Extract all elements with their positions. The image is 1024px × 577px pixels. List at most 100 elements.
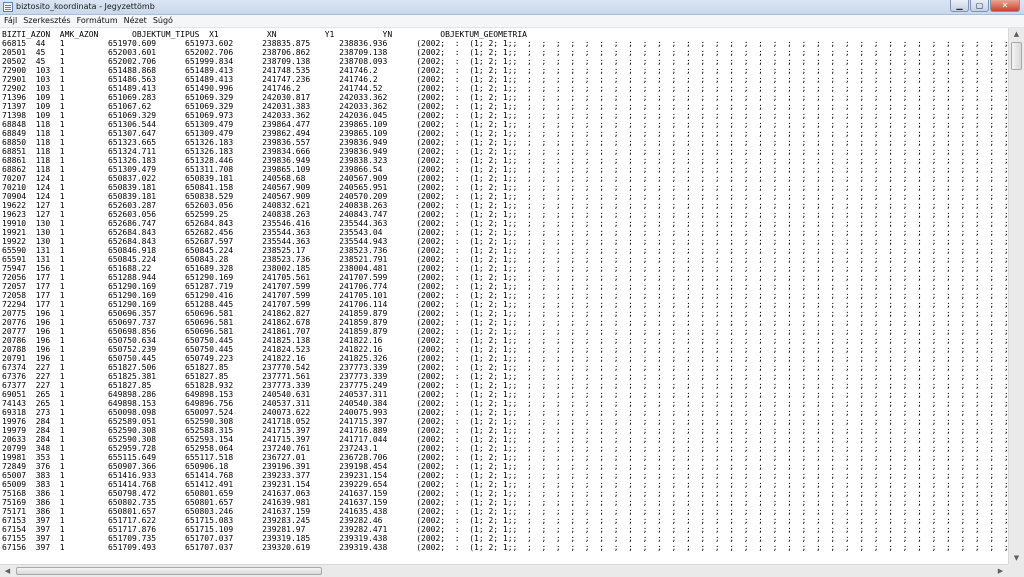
scroll-down-arrow-icon[interactable]: ▼ [1009,552,1024,564]
line-overflow-text: ; ; ; ; ; ; ; ; ; ; ; ; ; ; ; ; ; ; ; ; … [512,255,1008,264]
line-overflow-text: ; ; ; ; ; ; ; ; ; ; ; ; ; ; ; ; ; ; ; ; … [512,282,1008,291]
line-overflow-text: ; ; ; ; ; ; ; ; ; ; ; ; ; ; ; ; ; ; ; ; … [512,48,1008,57]
menu-format[interactable]: Formátum [74,15,121,27]
line-overflow-text: ; ; ; ; ; ; ; ; ; ; ; ; ; ; ; ; ; ; ; ; … [512,300,1008,309]
line-overflow-text: ; ; ; ; ; ; ; ; ; ; ; ; ; ; ; ; ; ; ; ; … [512,120,1008,129]
text-line: 70210 124 1 650839.181 650841.158 240567… [2,183,1008,192]
text-line: 19976 284 1 652589.051 652590.308 241718… [2,417,1008,426]
line-overflow-text: ; ; ; ; ; ; ; ; ; ; ; ; ; ; ; ; ; ; ; ; … [512,93,1008,102]
menu-view[interactable]: Nézet [121,15,150,27]
line-overflow-text: ; ; ; ; ; ; ; ; ; ; ; ; ; ; ; ; ; ; ; ; … [512,336,1008,345]
line-overflow-text: ; ; ; ; ; ; ; ; ; ; ; ; ; ; ; ; ; ; ; ; … [512,363,1008,372]
line-overflow-text: ; ; ; ; ; ; ; ; ; ; ; ; ; ; ; ; ; ; ; ; … [512,399,1008,408]
vertical-scroll-thumb[interactable] [1011,42,1022,70]
line-overflow-text: ; ; ; ; ; ; ; ; ; ; ; ; ; ; ; ; ; ; ; ; … [512,228,1008,237]
horizontal-scrollbar[interactable]: ◀ ▶ [0,564,1008,577]
line-overflow-text: ; ; ; ; ; ; ; ; ; ; ; ; ; ; ; ; ; ; ; ; … [512,183,1008,192]
line-overflow-text: ; ; ; ; ; ; ; ; ; ; ; ; ; ; ; ; ; ; ; ; … [512,246,1008,255]
text-line: 65007 383 1 651416.933 651414.768 239233… [2,471,1008,480]
text-line: 19921 130 1 652684.843 652682.456 235544… [2,228,1008,237]
line-overflow-text: ; ; ; ; ; ; ; ; ; ; ; ; ; ; ; ; ; ; ; ; … [512,498,1008,507]
notepad-icon [3,2,13,12]
text-line: 75947 156 1 651688.22 651689.328 238002.… [2,264,1008,273]
line-overflow-text: ; ; ; ; ; ; ; ; ; ; ; ; ; ; ; ; ; ; ; ; … [512,129,1008,138]
menu-edit[interactable]: Szerkesztés [20,15,73,27]
line-overflow-text: ; ; ; ; ; ; ; ; ; ; ; ; ; ; ; ; ; ; ; ; … [512,408,1008,417]
text-line: 19981 353 1 655115.649 655117.518 236727… [2,453,1008,462]
text-line: 75171 386 1 650801.657 650803.246 241637… [2,507,1008,516]
text-line: 72056 177 1 651288.944 651290.169 241705… [2,273,1008,282]
line-overflow-text: ; ; ; ; ; ; ; ; ; ; ; ; ; ; ; ; ; ; ; ; … [512,372,1008,381]
line-overflow-text: ; ; ; ; ; ; ; ; ; ; ; ; ; ; ; ; ; ; ; ; … [512,147,1008,156]
line-overflow-text: ; ; ; ; ; ; ; ; ; ; ; ; ; ; ; ; ; ; ; ; … [512,480,1008,489]
text-line: 70207 124 1 650837.022 650839.181 240568… [2,174,1008,183]
line-overflow-text: ; ; ; ; ; ; ; ; ; ; ; ; ; ; ; ; ; ; ; ; … [512,219,1008,228]
text-line: 67374 227 1 651827.506 651827.85 237770.… [2,363,1008,372]
scroll-right-arrow-icon[interactable]: ▶ [993,565,1008,577]
menu-file[interactable]: Fájl [0,15,20,27]
menu-help[interactable]: Súgó [150,15,176,27]
line-overflow-text: ; ; ; ; ; ; ; ; ; ; ; ; ; ; ; ; ; ; ; ; … [512,390,1008,399]
line-overflow-text: ; ; ; ; ; ; ; ; ; ; ; ; ; ; ; ; ; ; ; ; … [512,426,1008,435]
minimize-button[interactable]: ▁ [950,0,969,12]
horizontal-scroll-thumb[interactable] [16,567,322,575]
text-line: 20501 45 1 652003.601 652002.706 238706.… [2,48,1008,57]
text-line: 67153 397 1 651717.622 651715.083 239283… [2,516,1008,525]
scroll-up-arrow-icon[interactable]: ▲ [1009,28,1024,40]
line-overflow-text: ; ; ; ; ; ; ; ; ; ; ; ; ; ; ; ; ; ; ; ; … [512,39,1008,48]
text-line: 71397 109 1 651067.62 651069.329 242031.… [2,102,1008,111]
text-line: 20791 196 1 650750.445 650749.223 241822… [2,354,1008,363]
text-line: 65591 131 1 650845.224 650843.28 238523.… [2,255,1008,264]
line-overflow-text: ; ; ; ; ; ; ; ; ; ; ; ; ; ; ; ; ; ; ; ; … [512,156,1008,165]
window-controls: ▁ ▢ ✕ [949,0,1020,14]
text-line: 65009 383 1 651414.768 651412.491 239231… [2,480,1008,489]
text-line: 19922 130 1 652684.843 652687.597 235544… [2,237,1008,246]
text-line: 70904 124 1 650839.181 650838.529 240567… [2,192,1008,201]
line-overflow-text: ; ; ; ; ; ; ; ; ; ; ; ; ; ; ; ; ; ; ; ; … [512,138,1008,147]
text-line: 72901 103 1 651486.563 651489.413 241747… [2,75,1008,84]
line-overflow-text: ; ; ; ; ; ; ; ; ; ; ; ; ; ; ; ; ; ; ; ; … [512,291,1008,300]
text-line: 68851 118 1 651324.711 651326.183 239834… [2,147,1008,156]
line-overflow-text: ; ; ; ; ; ; ; ; ; ; ; ; ; ; ; ; ; ; ; ; … [512,534,1008,543]
text-line: 20776 196 1 650697.737 650696.581 241862… [2,318,1008,327]
text-line: 67155 397 1 651709.735 651707.037 239319… [2,534,1008,543]
text-line: 19979 284 1 652590.308 652588.315 241715… [2,426,1008,435]
text-line: 72849 376 1 650907.366 650906.18 239196.… [2,462,1008,471]
line-overflow-text: ; ; ; ; ; ; ; ; ; ; ; ; ; ; ; ; ; ; ; ; … [512,165,1008,174]
line-overflow-text: ; ; ; ; ; ; ; ; ; ; ; ; ; ; ; ; ; ; ; ; … [512,57,1008,66]
maximize-button[interactable]: ▢ [970,0,989,12]
text-line: 20775 196 1 650696.357 650696.581 241862… [2,309,1008,318]
line-overflow-text: ; ; ; ; ; ; ; ; ; ; ; ; ; ; ; ; ; ; ; ; … [512,102,1008,111]
text-line: 72057 177 1 651290.169 651287.719 241707… [2,282,1008,291]
line-overflow-text: ; ; ; ; ; ; ; ; ; ; ; ; ; ; ; ; ; ; ; ; … [512,453,1008,462]
line-overflow-text: ; ; ; ; ; ; ; ; ; ; ; ; ; ; ; ; ; ; ; ; … [512,192,1008,201]
text-line: 71398 109 1 651069.329 651069.973 242033… [2,111,1008,120]
line-overflow-text: ; ; ; ; ; ; ; ; ; ; ; ; ; ; ; ; ; ; ; ; … [512,111,1008,120]
line-overflow-text: ; ; ; ; ; ; ; ; ; ; ; ; ; ; ; ; ; ; ; ; … [512,489,1008,498]
title-bar[interactable]: biztosito_koordinata - Jegyzettömb ▁ ▢ ✕ [0,0,1024,15]
line-overflow-text: ; ; ; ; ; ; ; ; ; ; ; ; ; ; ; ; ; ; ; ; … [512,273,1008,282]
text-line: 75169 386 1 650802.735 650801.657 241639… [2,498,1008,507]
text-line: 67377 227 1 651827.85 651828.932 237773.… [2,381,1008,390]
scroll-left-arrow-icon[interactable]: ◀ [0,565,15,577]
line-overflow-text: ; ; ; ; ; ; ; ; ; ; ; ; ; ; ; ; ; ; ; ; … [512,345,1008,354]
line-overflow-text: ; ; ; ; ; ; ; ; ; ; ; ; ; ; ; ; ; ; ; ; … [512,516,1008,525]
header-line: BIZTI_AZON AMK_AZON OBJEKTUM_TIPUS X1 XN… [2,30,527,39]
text-line: 20633 284 1 652590.308 652593.154 241715… [2,435,1008,444]
text-line: 72902 103 1 651489.413 651490.996 241746… [2,84,1008,93]
text-line: 71396 109 1 651069.283 651069.329 242030… [2,93,1008,102]
text-line: 72294 177 1 651290.169 651288.445 241707… [2,300,1008,309]
line-overflow-text: ; ; ; ; ; ; ; ; ; ; ; ; ; ; ; ; ; ; ; ; … [512,84,1008,93]
line-overflow-text: ; ; ; ; ; ; ; ; ; ; ; ; ; ; ; ; ; ; ; ; … [512,462,1008,471]
vertical-scrollbar[interactable]: ▲ ▼ [1008,28,1024,564]
close-button[interactable]: ✕ [990,0,1020,12]
text-line: 68861 118 1 651326.183 651328.446 239836… [2,156,1008,165]
text-editor[interactable]: BIZTI_AZON AMK_AZON OBJEKTUM_TIPUS X1 XN… [0,28,1008,564]
text-line: 68848 118 1 651306.544 651309.479 239864… [2,120,1008,129]
line-overflow-text: ; ; ; ; ; ; ; ; ; ; ; ; ; ; ; ; ; ; ; ; … [512,174,1008,183]
text-line: 66815 44 1 651970.609 651973.602 238835.… [2,39,1008,48]
line-overflow-text: ; ; ; ; ; ; ; ; ; ; ; ; ; ; ; ; ; ; ; ; … [512,444,1008,453]
line-overflow-text: ; ; ; ; ; ; ; ; ; ; ; ; ; ; ; ; ; ; ; ; … [512,507,1008,516]
text-line: 67376 227 1 651825.381 651827.85 237771.… [2,372,1008,381]
line-overflow-text: ; ; ; ; ; ; ; ; ; ; ; ; ; ; ; ; ; ; ; ; … [512,417,1008,426]
